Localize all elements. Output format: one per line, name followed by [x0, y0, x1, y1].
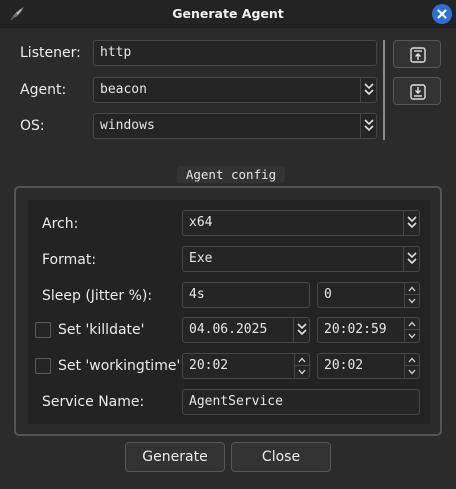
- spin-up-icon[interactable]: [405, 354, 419, 366]
- killdate-time: 20:02:59: [324, 322, 387, 337]
- workingtime-label: Set 'workingtime': [58, 358, 181, 374]
- workingtime-start-spin-buttons: [294, 354, 309, 378]
- workingtime-end: 20:02: [324, 358, 364, 373]
- os-value: windows: [100, 118, 155, 133]
- close-window-button[interactable]: [432, 4, 452, 24]
- save-config-button[interactable]: [393, 77, 441, 105]
- load-config-button[interactable]: [393, 40, 441, 68]
- chevron-down-icon[interactable]: [403, 211, 419, 235]
- agent-config-title: Agent config: [177, 166, 285, 183]
- killdate-time-field[interactable]: 20:02:59: [317, 317, 420, 343]
- spin-up-icon[interactable]: [295, 354, 309, 366]
- service-name-field[interactable]: AgentService: [182, 389, 420, 415]
- download-icon: [410, 84, 426, 100]
- killdate-time-spin-buttons: [404, 318, 419, 342]
- listener-label: Listener:: [20, 45, 81, 61]
- close-icon: [437, 9, 447, 19]
- spin-down-icon[interactable]: [295, 366, 309, 378]
- spin-down-icon[interactable]: [405, 295, 419, 307]
- sleep-label: Sleep (Jitter %):: [42, 288, 153, 304]
- workingtime-start-field[interactable]: 20:02: [182, 353, 310, 379]
- jitter-spin-buttons: [404, 283, 419, 307]
- os-select[interactable]: windows: [93, 113, 377, 139]
- jitter-value: 0: [324, 287, 332, 302]
- os-label: OS:: [20, 118, 45, 134]
- sleep-value: 4s: [189, 287, 205, 302]
- arch-label: Arch:: [42, 216, 79, 232]
- service-name-label: Service Name:: [42, 394, 145, 410]
- spin-down-icon[interactable]: [405, 366, 419, 378]
- service-name-value: AgentService: [189, 394, 283, 409]
- agent-label: Agent:: [20, 82, 67, 98]
- workingtime-checkbox[interactable]: [35, 358, 51, 374]
- listener-field[interactable]: http: [93, 40, 377, 66]
- killdate-checkbox[interactable]: [35, 322, 51, 338]
- arch-value: x64: [189, 215, 213, 230]
- format-select[interactable]: Exe: [182, 246, 420, 272]
- arch-select[interactable]: x64: [182, 210, 420, 236]
- spin-up-icon[interactable]: [405, 283, 419, 295]
- title-bar: Generate Agent: [0, 0, 456, 28]
- killdate-date: 04.06.2025: [189, 322, 268, 337]
- chevron-down-icon[interactable]: [293, 318, 309, 342]
- chevron-down-icon[interactable]: [360, 78, 376, 102]
- close-button[interactable]: Close: [231, 442, 331, 472]
- killdate-date-field[interactable]: 04.06.2025: [182, 317, 310, 343]
- spin-down-icon[interactable]: [405, 330, 419, 342]
- agent-value: beacon: [100, 82, 147, 97]
- chevron-down-icon[interactable]: [403, 247, 419, 271]
- workingtime-end-field[interactable]: 20:02: [317, 353, 420, 379]
- format-value: Exe: [189, 251, 213, 266]
- spin-up-icon[interactable]: [405, 318, 419, 330]
- agent-select[interactable]: beacon: [93, 77, 377, 103]
- upload-icon: [410, 47, 426, 63]
- sleep-field[interactable]: 4s: [182, 282, 310, 308]
- listener-value: http: [100, 45, 132, 60]
- workingtime-end-spin-buttons: [404, 354, 419, 378]
- killdate-label: Set 'killdate': [58, 322, 145, 338]
- window-title: Generate Agent: [172, 6, 284, 21]
- format-label: Format:: [42, 252, 97, 268]
- vertical-divider: [383, 40, 385, 140]
- generate-button[interactable]: Generate: [125, 442, 225, 472]
- chevron-down-icon[interactable]: [360, 114, 376, 138]
- workingtime-start: 20:02: [189, 358, 229, 373]
- jitter-spinbox[interactable]: 0: [317, 282, 420, 308]
